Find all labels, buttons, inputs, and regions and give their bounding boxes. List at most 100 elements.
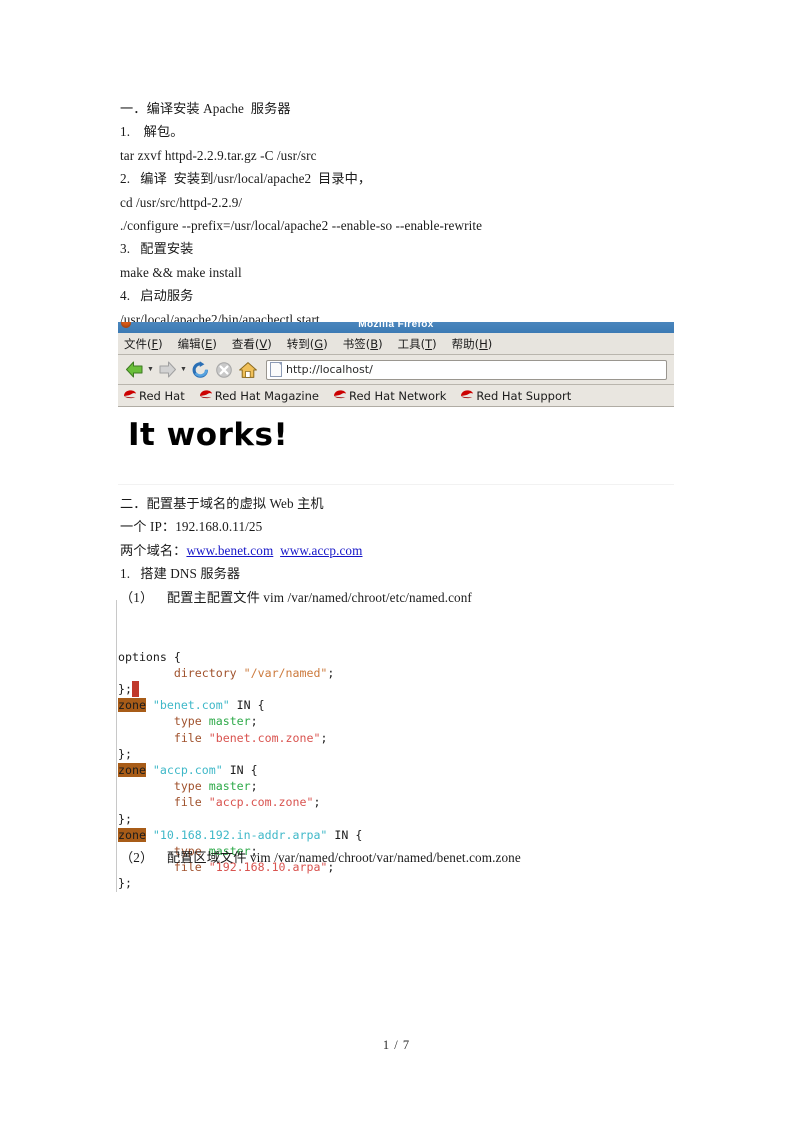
code-line: zone "10.168.192.in-addr.arpa" IN { — [118, 827, 598, 843]
bookmark-red-hat-network[interactable]: Red Hat Network — [333, 387, 446, 405]
section-two-heading: 二．配置基于域名的虚拟 Web 主机 — [120, 496, 324, 511]
step-line: 2. 编译 安装到/usr/local/apache2 目录中， — [120, 171, 372, 187]
browser-content-area: It works! — [118, 407, 674, 484]
step-line: 4. 启动服务 — [120, 288, 194, 304]
menu-tools[interactable]: 工具(T) — [398, 336, 437, 352]
code-token: "benet.com.zone" — [208, 730, 321, 745]
code-line: }; — [118, 746, 598, 762]
code-line: }; — [118, 811, 598, 827]
code-line: }; — [118, 681, 598, 698]
code-token: "accp.com.zone" — [208, 795, 314, 810]
bookmark-label: Red Hat Magazine — [214, 388, 319, 403]
code-line: options { — [118, 649, 598, 665]
code-token: "benet.com" — [152, 698, 230, 713]
vim-cursor — [131, 681, 139, 698]
code-token: file — [173, 795, 202, 810]
section-one-heading: 一．编译安装 Apache 服务器 — [120, 101, 291, 116]
back-history-caret-icon[interactable]: ▼ — [147, 359, 154, 381]
ip-line: 一个 IP：192.168.0.11/25 — [120, 519, 263, 535]
section-two-block: 二．配置基于域名的虚拟 Web 主机 一个 IP：192.168.0.11/25… — [120, 492, 680, 609]
step-line: ./configure --prefix=/usr/local/apache2 … — [120, 218, 483, 234]
menu-file[interactable]: 文件(F) — [124, 336, 163, 352]
code-token: "accp.com" — [152, 763, 223, 778]
step-line: make && make install — [120, 264, 242, 280]
address-bar-value: http://localhost/ — [286, 363, 373, 376]
code-token: type — [173, 779, 202, 794]
forward-history-caret-icon: ▼ — [180, 366, 187, 373]
bookmark-red-hat-magazine[interactable]: Red Hat Magazine — [199, 387, 319, 405]
redhat-shadowman-icon — [123, 387, 137, 405]
bookmarks-toolbar: Red Hat Red Hat Magazine Red Hat Network… — [118, 385, 674, 407]
code-token: directory — [173, 665, 237, 680]
step-line: cd /usr/src/httpd-2.2.9/ — [120, 194, 243, 210]
code-line: type master; — [118, 778, 598, 794]
browser-navigation-toolbar: ▼ ▼ http://localhost/ — [118, 355, 674, 385]
section-one-block: 一．编译安装 Apache 服务器 1. 解包。 tar zxvf httpd-… — [120, 97, 680, 354]
home-icon[interactable] — [237, 359, 259, 381]
code-token: "10.168.192.in-addr.arpa" — [152, 827, 328, 842]
code-line: file "benet.com.zone"; — [118, 730, 598, 746]
forward-arrow-icon — [156, 359, 178, 381]
bookmark-red-hat-support[interactable]: Red Hat Support — [460, 387, 571, 405]
menu-view[interactable]: 查看(V) — [232, 336, 272, 352]
code-line: file "accp.com.zone"; — [118, 794, 598, 810]
firefox-logo-icon — [121, 322, 131, 328]
link-benet[interactable]: www.benet.com — [186, 543, 273, 558]
code-token: ; — [250, 714, 258, 729]
menu-bookmarks[interactable]: 书签(B) — [343, 336, 383, 352]
browser-title: Mozilla Firefox — [358, 322, 434, 330]
code-token: options { — [118, 649, 181, 664]
bookmark-label: Red Hat Support — [476, 388, 572, 403]
code-token: master — [208, 714, 251, 729]
code-token: zone — [118, 763, 146, 778]
reload-icon[interactable] — [189, 359, 211, 381]
page-footer: 1 / 7 — [382, 1038, 411, 1052]
step-line: 1. 搭建 DNS 服务器 — [120, 566, 241, 582]
redhat-shadowman-icon — [460, 387, 474, 405]
redhat-shadowman-icon — [333, 387, 347, 405]
back-arrow-icon[interactable] — [123, 359, 145, 381]
code-token: "/var/named" — [243, 665, 328, 680]
code-token: zone — [118, 698, 146, 713]
redhat-shadowman-icon — [199, 387, 213, 405]
link-accp[interactable]: www.accp.com — [280, 543, 362, 558]
menu-edit[interactable]: 编辑(E) — [178, 336, 217, 352]
code-token: zone — [118, 827, 146, 842]
section-two-substep-block: （2） 配置区域文件 vim /var/named/chroot/var/nam… — [120, 846, 680, 869]
page-document-icon — [270, 362, 282, 377]
code-token: IN { — [327, 827, 363, 842]
bookmark-label: Red Hat Network — [349, 388, 447, 403]
code-token: master — [208, 779, 251, 794]
address-bar[interactable]: http://localhost/ — [266, 359, 667, 380]
menu-go[interactable]: 转到(G) — [287, 336, 328, 352]
bookmark-label: Red Hat — [139, 388, 185, 403]
code-line: type master; — [118, 713, 598, 729]
code-token: }; — [118, 811, 132, 826]
code-token: }; — [118, 682, 132, 697]
document-page: 一．编译安装 Apache 服务器 1. 解包。 tar zxvf httpd-… — [0, 0, 793, 1122]
code-token: IN { — [222, 763, 258, 778]
step-line: 3. 配置安装 — [120, 241, 194, 257]
step-line: 1. 解包。 — [120, 124, 184, 140]
vim-gutter — [116, 600, 117, 892]
bookmark-red-hat[interactable]: Red Hat — [123, 387, 185, 405]
page-heading: It works! — [128, 417, 289, 453]
menu-help[interactable]: 帮助(H) — [452, 336, 493, 352]
browser-menubar: 文件(F) 编辑(E) 查看(V) 转到(G) 书签(B) 工具(T) 帮助(H… — [118, 333, 674, 355]
code-line: directory "/var/named"; — [118, 665, 598, 681]
firefox-screenshot: Mozilla Firefox 文件(F) 编辑(E) 查看(V) 转到(G) … — [118, 322, 674, 485]
code-line: zone "accp.com" IN { — [118, 762, 598, 778]
